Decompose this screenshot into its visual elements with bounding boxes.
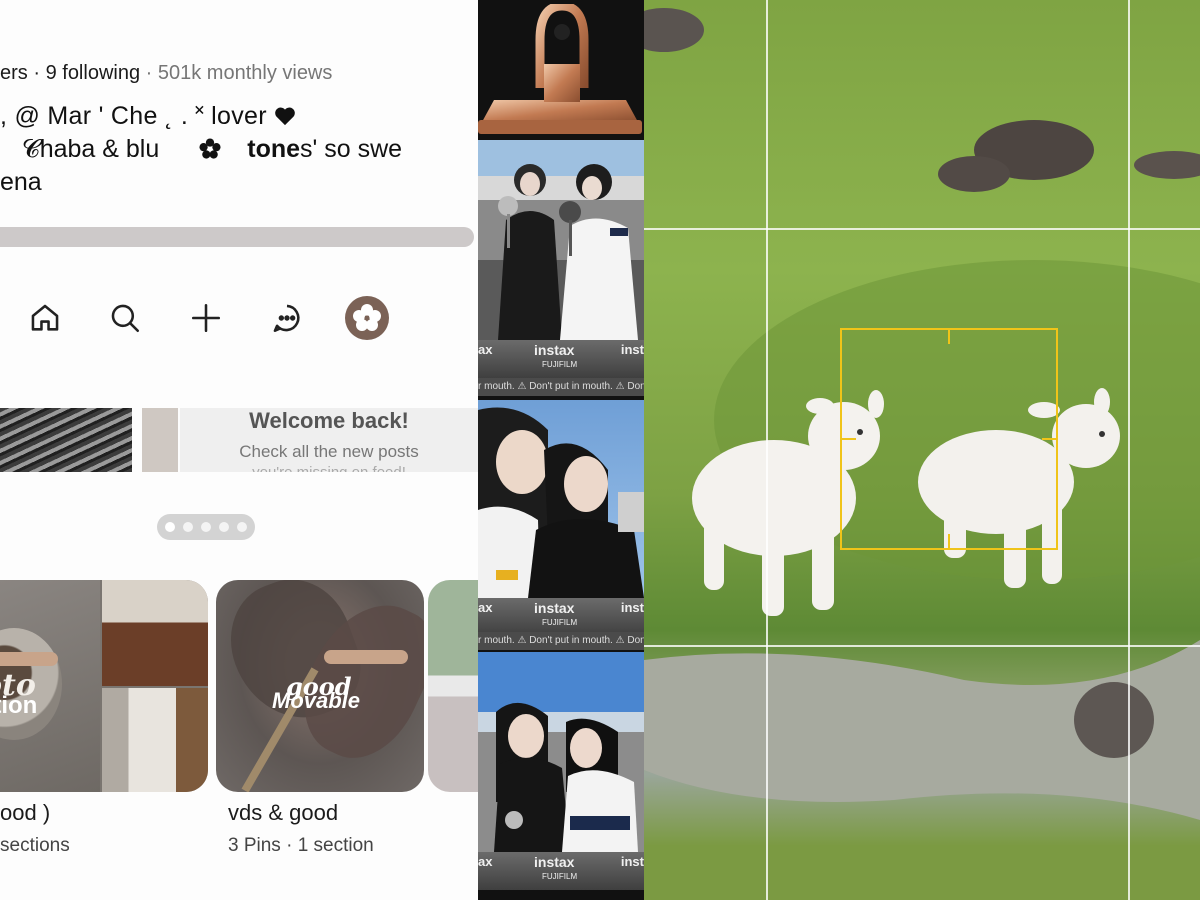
focus-tick	[948, 534, 950, 548]
board-title[interactable]: ood )	[0, 800, 50, 826]
boards-row: oto ation good Movable	[0, 580, 478, 795]
home-icon[interactable]	[23, 296, 67, 340]
flower-icon	[199, 138, 221, 159]
instax-band: ax instax FUJIFILM inst	[478, 852, 644, 890]
avatar	[345, 296, 389, 340]
pager-dot[interactable]	[165, 522, 175, 532]
photo-figures	[494, 702, 638, 852]
pager-dot[interactable]	[201, 522, 211, 532]
followers-count[interactable]: ers	[0, 62, 28, 84]
profile-stats: ers · 9 following · 501k monthly views	[0, 62, 332, 85]
plus-icon[interactable]	[184, 296, 228, 340]
focus-tick	[842, 438, 856, 440]
instax-band: ax instax FUJIFILM inst	[478, 340, 644, 378]
grid-line	[644, 645, 1200, 647]
instax-edge: inst	[620, 854, 644, 869]
profile-bio: , @ Mar ' Che ˛ . ˟ lover 𝓒haba & blu ton…	[0, 100, 402, 199]
feed-thumbnail[interactable]	[0, 408, 132, 472]
instax-sub: FUJIFILM	[542, 360, 578, 369]
cover-image	[102, 688, 208, 792]
welcome-card[interactable]: Welcome back! Check all the new posts yo…	[180, 408, 478, 472]
board-title[interactable]: vds & good	[228, 800, 338, 826]
instax-band: ax instax FUJIFILM inst	[478, 598, 644, 636]
grid-line	[1128, 0, 1130, 900]
photo	[478, 140, 644, 340]
instax-sub: FUJIFILM	[542, 872, 578, 881]
hibiscus-icon	[353, 304, 381, 331]
bio-line-2a: 𝓒haba & blu	[22, 135, 160, 163]
photo	[478, 652, 644, 852]
pager-dot[interactable]	[237, 522, 247, 532]
cover-label	[0, 652, 58, 666]
bio-line-2c: s' so swe	[300, 135, 403, 163]
photo-figures	[498, 164, 638, 340]
photo	[478, 400, 644, 598]
bio-line-1: , @ Mar ' Che ˛ . ˟ lover	[0, 102, 267, 130]
cover-title: Movable	[272, 688, 361, 713]
instax-edge: ax	[478, 600, 493, 615]
welcome-subtitle: Check all the new posts	[239, 442, 419, 461]
focus-reticle[interactable]	[840, 328, 1058, 550]
instax-brand: instax	[534, 600, 575, 616]
profile-avatar[interactable]	[345, 296, 389, 340]
monthly-views: · 501k monthly views	[145, 62, 333, 84]
board-subtitle: 3 Pins · 1 section	[228, 835, 374, 856]
warning-band: r mouth. ⚠ Don't put in mouth. ⚠ Don't p…	[478, 378, 644, 396]
welcome-title: Welcome back!	[249, 408, 409, 433]
board-subtitle: sections	[0, 835, 70, 856]
bio-line-3: ena	[0, 168, 42, 196]
instax-edge: ax	[478, 854, 493, 869]
grid-line	[644, 228, 1200, 230]
welcome-subtitle-2: you're missing on feed!	[180, 464, 478, 472]
focus-tick	[1042, 438, 1056, 440]
grid-line	[766, 0, 768, 900]
pager-dot[interactable]	[219, 522, 229, 532]
bio-line-2b: tone	[247, 135, 301, 163]
instax-edge: inst	[620, 342, 644, 357]
pager-dot[interactable]	[183, 522, 193, 532]
board-cover[interactable]: oto ation	[0, 580, 208, 792]
feed-carousel: Welcome back! Check all the new posts yo…	[0, 408, 478, 472]
heart-icon	[275, 107, 295, 126]
board-cover[interactable]: good Movable	[216, 580, 424, 792]
camera-viewfinder	[644, 0, 1200, 900]
progress-bar	[0, 227, 474, 247]
cover-text: ation	[0, 692, 38, 719]
instax-sub: FUJIFILM	[542, 618, 578, 627]
search-icon[interactable]	[103, 296, 147, 340]
message-icon[interactable]	[265, 296, 309, 340]
carousel-pager[interactable]	[157, 514, 255, 540]
focus-tick	[948, 330, 950, 344]
instax-edge: ax	[478, 342, 493, 357]
bottom-nav	[0, 296, 478, 346]
following-count[interactable]: · 9 following	[33, 62, 140, 84]
binder-clip	[478, 4, 642, 134]
instax-brand: instax	[534, 854, 575, 870]
feed-thumbnail[interactable]	[142, 408, 178, 472]
instax-brand: instax	[534, 342, 575, 358]
cover-label	[324, 650, 408, 664]
profile-panel: ers · 9 following · 501k monthly views ,…	[0, 0, 478, 900]
instax-edge: inst	[620, 600, 644, 615]
cover-image	[102, 580, 208, 686]
photo-figures	[478, 407, 644, 598]
warning-band: r mouth. ⚠ Don't put in mouth. ⚠ Don't p…	[478, 632, 644, 650]
board-cover[interactable]	[428, 580, 478, 792]
